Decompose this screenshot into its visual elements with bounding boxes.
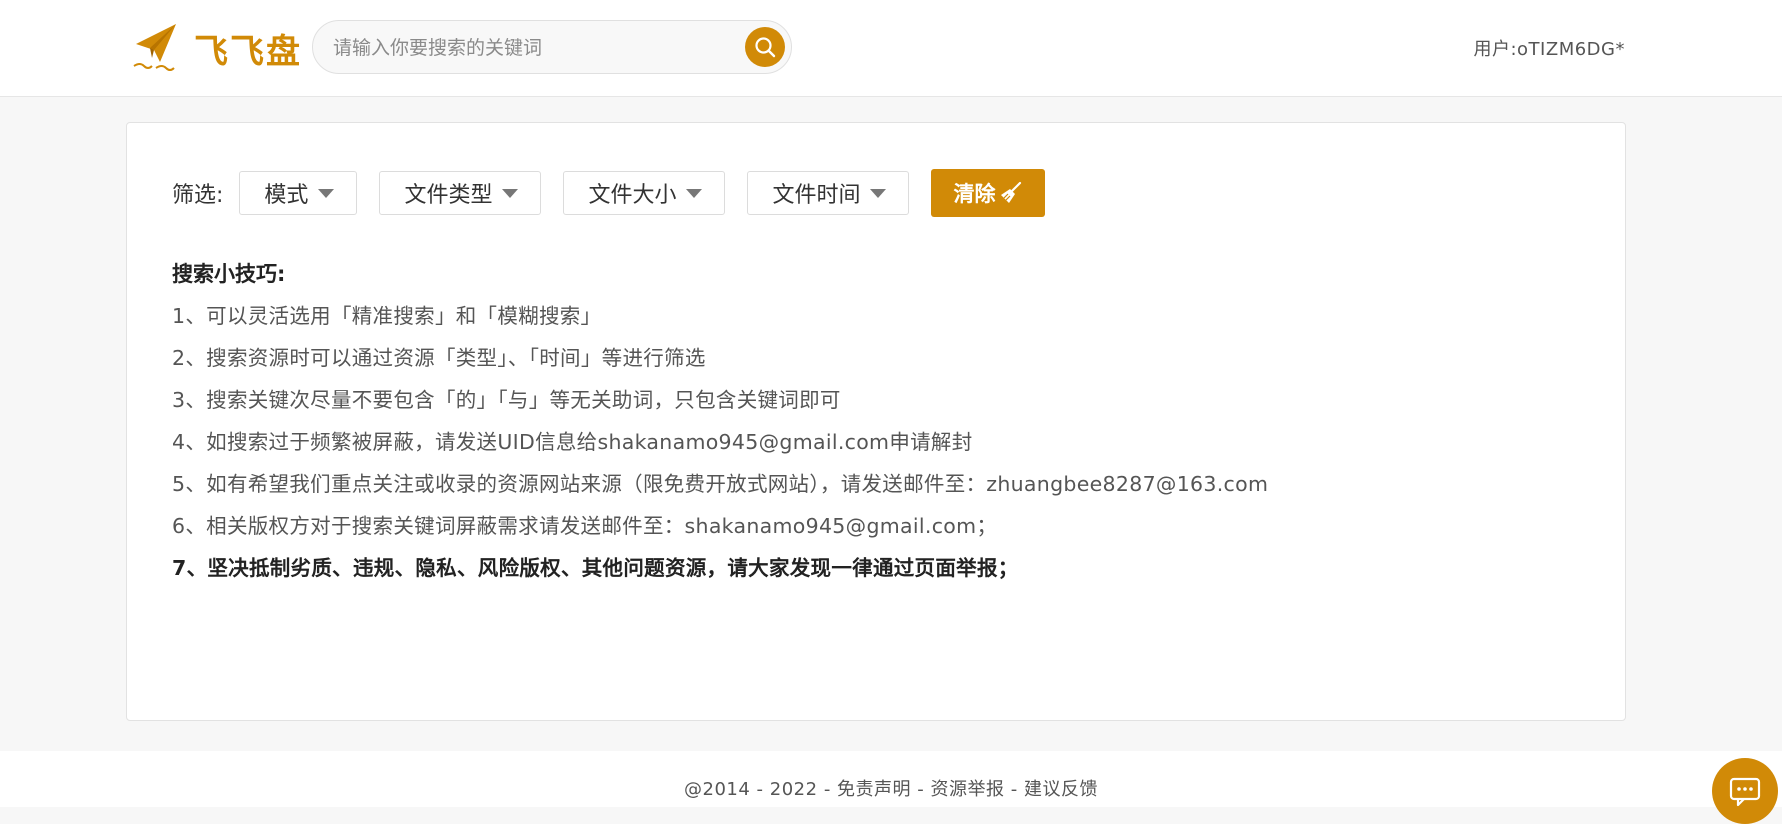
- search-input[interactable]: [331, 21, 735, 75]
- logo-text: 飞飞盘: [194, 31, 302, 72]
- broom-icon: [1001, 181, 1022, 203]
- site-logo[interactable]: 飞飞盘: [130, 20, 302, 76]
- mode-dropdown[interactable]: 模式: [239, 171, 358, 215]
- chevron-down-icon: [318, 188, 335, 198]
- disclaimer-link[interactable]: 免责声明: [837, 779, 911, 800]
- tip-item: 2、搜索资源时可以通过资源「类型」、「时间」等进行筛选: [172, 346, 706, 370]
- footer-separator: -: [817, 779, 838, 800]
- footer-separator: -: [1004, 779, 1024, 800]
- tip-item-warning: 7、坚决抵制劣质、违规、隐私、风险版权、其他问题资源，请大家发现一律通过页面举报…: [172, 556, 1019, 580]
- clear-filters-button[interactable]: 清除: [931, 169, 1046, 217]
- chat-icon: [1729, 777, 1761, 807]
- chat-support-button[interactable]: [1712, 758, 1778, 824]
- mode-dropdown-label: 模式: [264, 183, 309, 208]
- filter-label: 筛选:: [172, 183, 224, 208]
- footer-links: @2014 - 2022 - 免责声明 - 资源举报 - 建议反馈: [0, 775, 1782, 801]
- filter-bar: 筛选: 模式 文件类型 文件大小 文件时间 清除: [172, 169, 1046, 217]
- copyright-text: @2014 - 2022: [684, 779, 818, 800]
- search-button[interactable]: [745, 27, 785, 67]
- search-icon: [755, 37, 776, 58]
- chevron-down-icon: [686, 188, 703, 198]
- tip-item: 1、可以灵活选用「精准搜索」和「模糊搜索」: [172, 304, 602, 328]
- tip-item: 6、相关版权方对于搜索关键词屏蔽需求请发送邮件至：shakanamo945@gm…: [172, 514, 998, 538]
- tip-item: 3、搜索关键次尽量不要包含「的」「与」等无关助词，只包含关键词即可: [172, 388, 841, 412]
- footer: @2014 - 2022 - 免责声明 - 资源举报 - 建议反馈: [0, 751, 1782, 807]
- file-type-dropdown[interactable]: 文件类型: [379, 171, 542, 215]
- footer-separator: -: [911, 779, 931, 800]
- chevron-down-icon: [502, 188, 519, 198]
- file-time-dropdown[interactable]: 文件时间: [747, 171, 910, 215]
- search-box: [312, 20, 792, 75]
- feedback-link[interactable]: 建议反馈: [1024, 779, 1098, 800]
- file-type-dropdown-label: 文件类型: [404, 183, 493, 208]
- file-size-dropdown[interactable]: 文件大小: [563, 171, 726, 215]
- file-time-dropdown-label: 文件时间: [772, 183, 861, 208]
- tip-item: 4、如搜索过于频繁被屏蔽，请发送UID信息给shakanamo945@gmail…: [172, 430, 973, 454]
- report-link[interactable]: 资源举报: [931, 779, 1005, 800]
- clear-button-label: 清除: [953, 182, 996, 206]
- main-card: 筛选: 模式 文件类型 文件大小 文件时间 清除 搜索小技巧: 1、可以灵活选用…: [126, 122, 1626, 721]
- search-tips: 搜索小技巧: 1、可以灵活选用「精准搜索」和「模糊搜索」 2、搜索资源时可以通过…: [172, 253, 1592, 589]
- header: 飞飞盘 用户:oTIZM6DG*: [0, 0, 1782, 97]
- chevron-down-icon: [870, 188, 887, 198]
- paper-plane-logo-icon: [130, 22, 182, 74]
- tips-title: 搜索小技巧:: [172, 262, 286, 286]
- user-label[interactable]: 用户:oTIZM6DG*: [1473, 35, 1625, 61]
- file-size-dropdown-label: 文件大小: [588, 183, 677, 208]
- tip-item: 5、如有希望我们重点关注或收录的资源网站来源（限免费开放式网站），请发送邮件至：…: [172, 472, 1269, 496]
